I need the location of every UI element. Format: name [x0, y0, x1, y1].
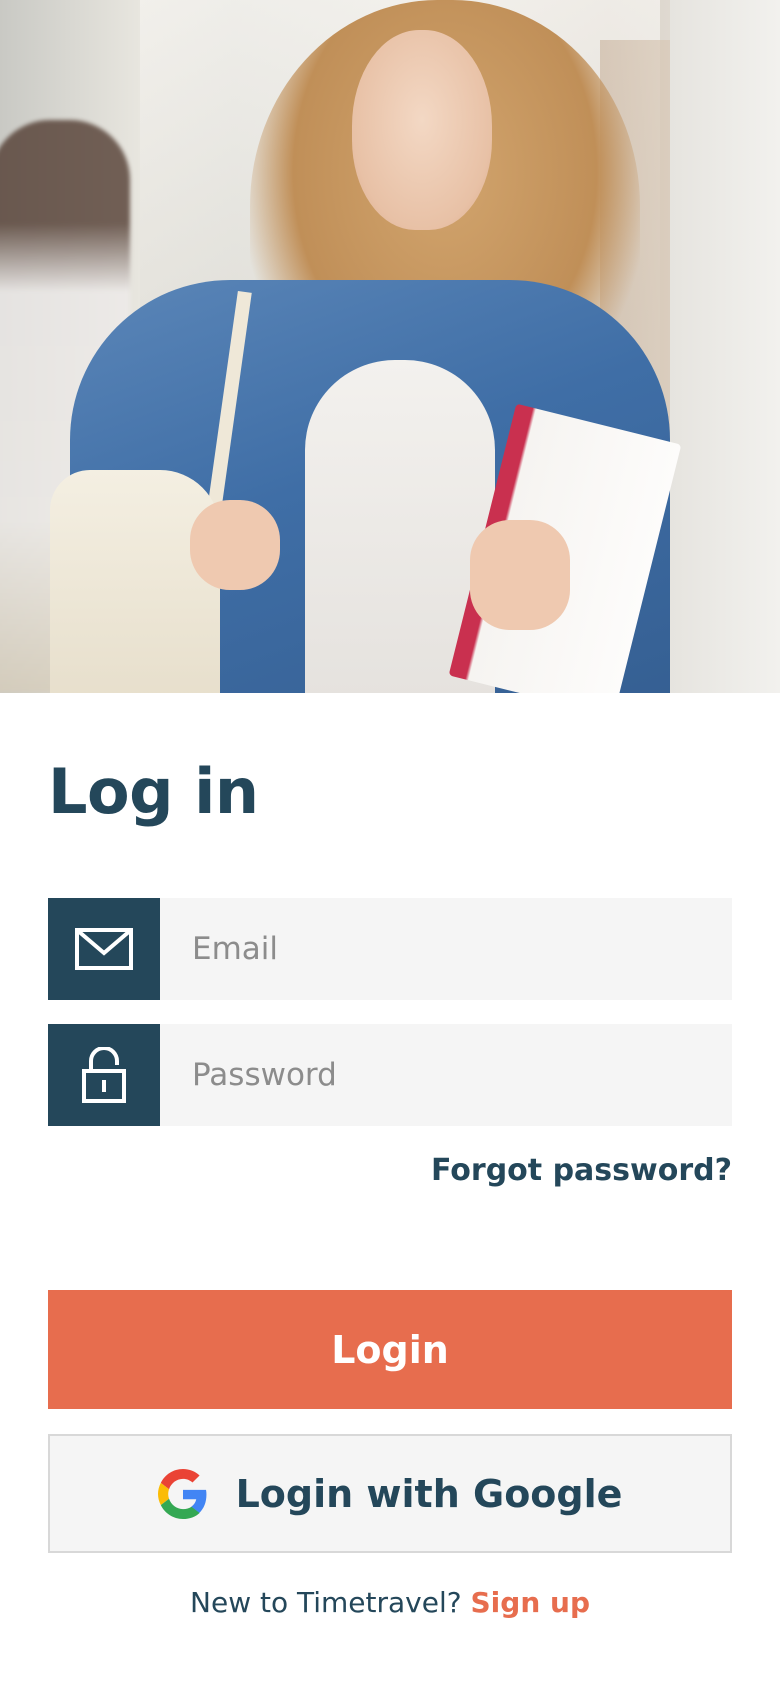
page-title: Log in — [48, 755, 259, 828]
email-field[interactable] — [48, 898, 732, 1000]
hero-wall — [670, 0, 780, 693]
password-field[interactable] — [48, 1024, 732, 1126]
google-icon — [157, 1468, 207, 1519]
hero-bag — [50, 470, 220, 693]
signup-link[interactable]: Sign up — [471, 1586, 590, 1619]
signup-prompt: New to Timetravel? — [190, 1586, 462, 1619]
password-icon-box — [48, 1024, 160, 1126]
email-input[interactable] — [160, 898, 732, 1000]
hero-hand-left — [190, 500, 280, 590]
signup-row: New to Timetravel? Sign up — [0, 1586, 780, 1619]
password-input[interactable] — [160, 1024, 732, 1126]
google-login-label: Login with Google — [235, 1471, 623, 1516]
lock-icon — [82, 1047, 126, 1103]
hero-hand — [470, 520, 570, 630]
email-icon-box — [48, 898, 160, 1000]
forgot-password-link[interactable]: Forgot password? — [431, 1153, 732, 1188]
login-button[interactable]: Login — [48, 1290, 732, 1409]
hero-face — [352, 30, 492, 230]
hero-photo — [0, 0, 780, 693]
mail-icon — [75, 928, 133, 970]
google-login-button[interactable]: Login with Google — [48, 1434, 732, 1553]
